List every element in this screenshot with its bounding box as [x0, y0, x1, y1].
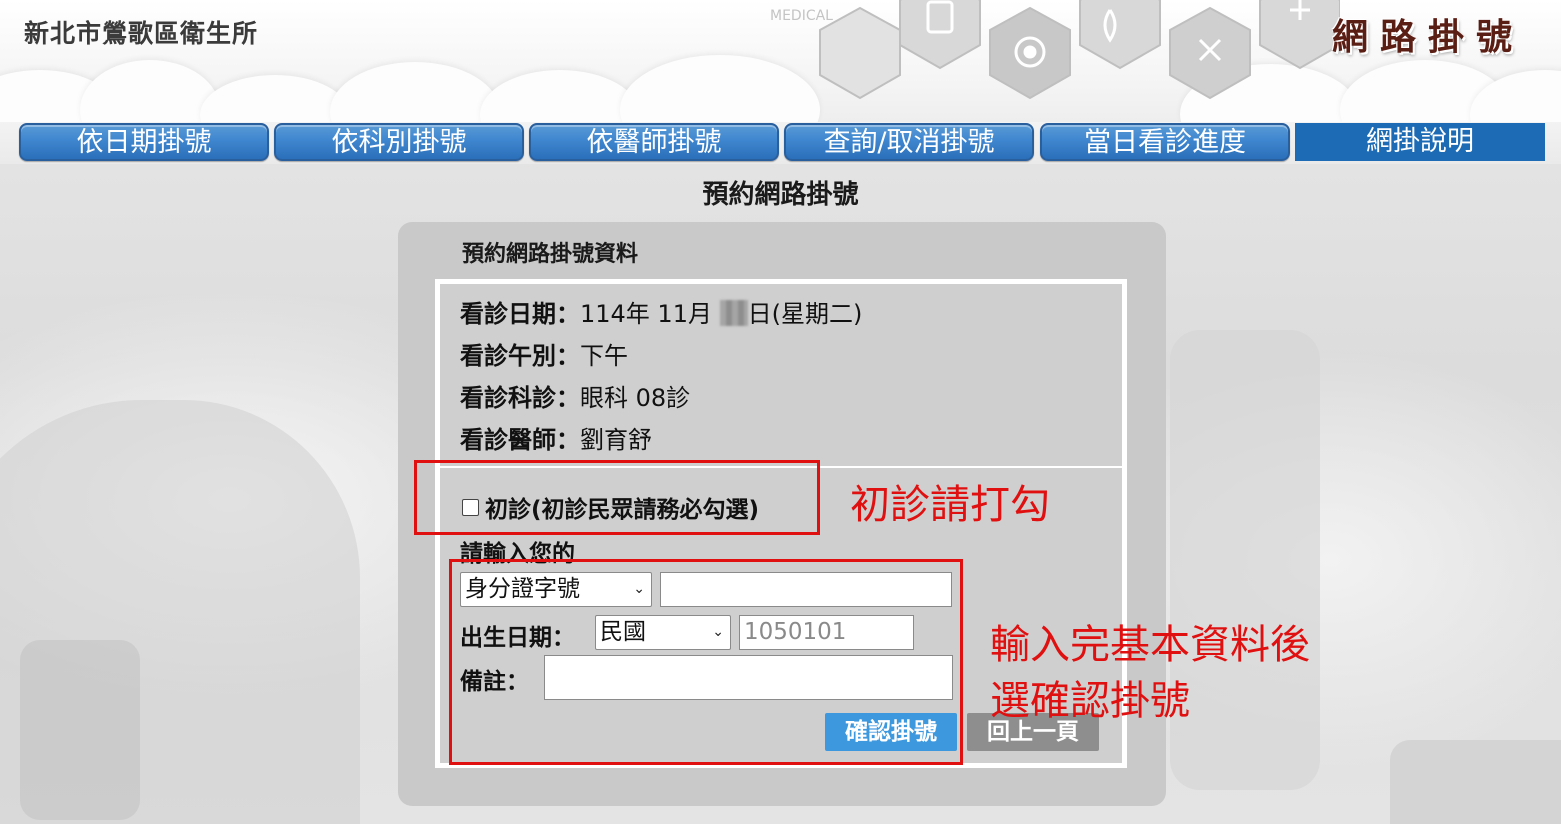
- tab-query-cancel[interactable]: 查詢/取消掛號: [784, 123, 1034, 161]
- visit-clinic-value: 眼科 08診: [580, 384, 691, 412]
- medical-hexagon-graphic: MEDICAL: [770, 0, 1340, 100]
- tab-today-progress[interactable]: 當日看診進度: [1040, 123, 1290, 161]
- visit-weekday-value: 日(星期二): [747, 300, 863, 328]
- header-cloud: [330, 62, 500, 122]
- tab-by-date[interactable]: 依日期掛號: [19, 123, 269, 161]
- background-tablet-image: [1170, 330, 1320, 790]
- site-header: MEDICAL 新北市鶯歌區衛生所 網路掛號: [0, 0, 1561, 122]
- visit-date-value: 114年 11月: [580, 300, 712, 328]
- tab-label: 網掛說明: [1366, 126, 1474, 157]
- tab-instructions[interactable]: 網掛說明: [1295, 123, 1545, 161]
- tab-label: 依科別掛號: [331, 127, 467, 158]
- header-cloud: [200, 75, 350, 122]
- tab-label: 當日看診進度: [1084, 127, 1246, 158]
- visit-doctor-value: 劉育舒: [580, 426, 652, 454]
- header-cloud: [80, 60, 220, 122]
- form-hint-line2: 選確認掛號: [990, 678, 1190, 724]
- page-title: 預約網路掛號: [702, 180, 859, 210]
- visit-doctor-row: 看診醫師：劉育舒: [460, 420, 652, 455]
- tab-label: 依日期掛號: [76, 127, 212, 158]
- main-navigation: 依日期掛號 依科別掛號 依醫師掛號 查詢/取消掛號 當日看診進度 網掛說明: [0, 122, 1561, 164]
- background-watch-image: [20, 640, 140, 820]
- first-visit-highlight-box: [414, 460, 820, 535]
- tab-label: 查詢/取消掛號: [823, 127, 995, 158]
- visit-date-label: 看診日期：: [460, 300, 580, 328]
- visit-clinic-row: 看診科診：眼科 08診: [460, 378, 690, 413]
- visit-session-row: 看診午別：下午: [460, 336, 628, 371]
- panel-title: 預約網路掛號資料: [462, 242, 639, 267]
- header-cloud: [480, 70, 640, 122]
- visit-session-value: 下午: [580, 342, 628, 370]
- tab-by-doctor[interactable]: 依醫師掛號: [529, 123, 779, 161]
- brand-logo: 網路掛號: [1332, 16, 1525, 58]
- blurred-day-number: [719, 300, 748, 326]
- first-visit-hint: 初診請打勾: [850, 482, 1050, 528]
- visit-doctor-label: 看診醫師：: [460, 426, 580, 454]
- form-highlight-box: [449, 559, 963, 765]
- tab-label: 依醫師掛號: [586, 127, 722, 158]
- site-name: 新北市鶯歌區衛生所: [24, 19, 259, 48]
- visit-clinic-label: 看診科診：: [460, 384, 580, 412]
- visit-session-label: 看診午別：: [460, 342, 580, 370]
- background-device-image: [1390, 740, 1561, 824]
- svg-text:MEDICAL: MEDICAL: [770, 8, 833, 24]
- form-hint-line1: 輸入完基本資料後: [990, 622, 1310, 668]
- tab-by-department[interactable]: 依科別掛號: [274, 123, 524, 161]
- visit-date-row: 看診日期：114年 11月 日(星期二): [460, 294, 862, 329]
